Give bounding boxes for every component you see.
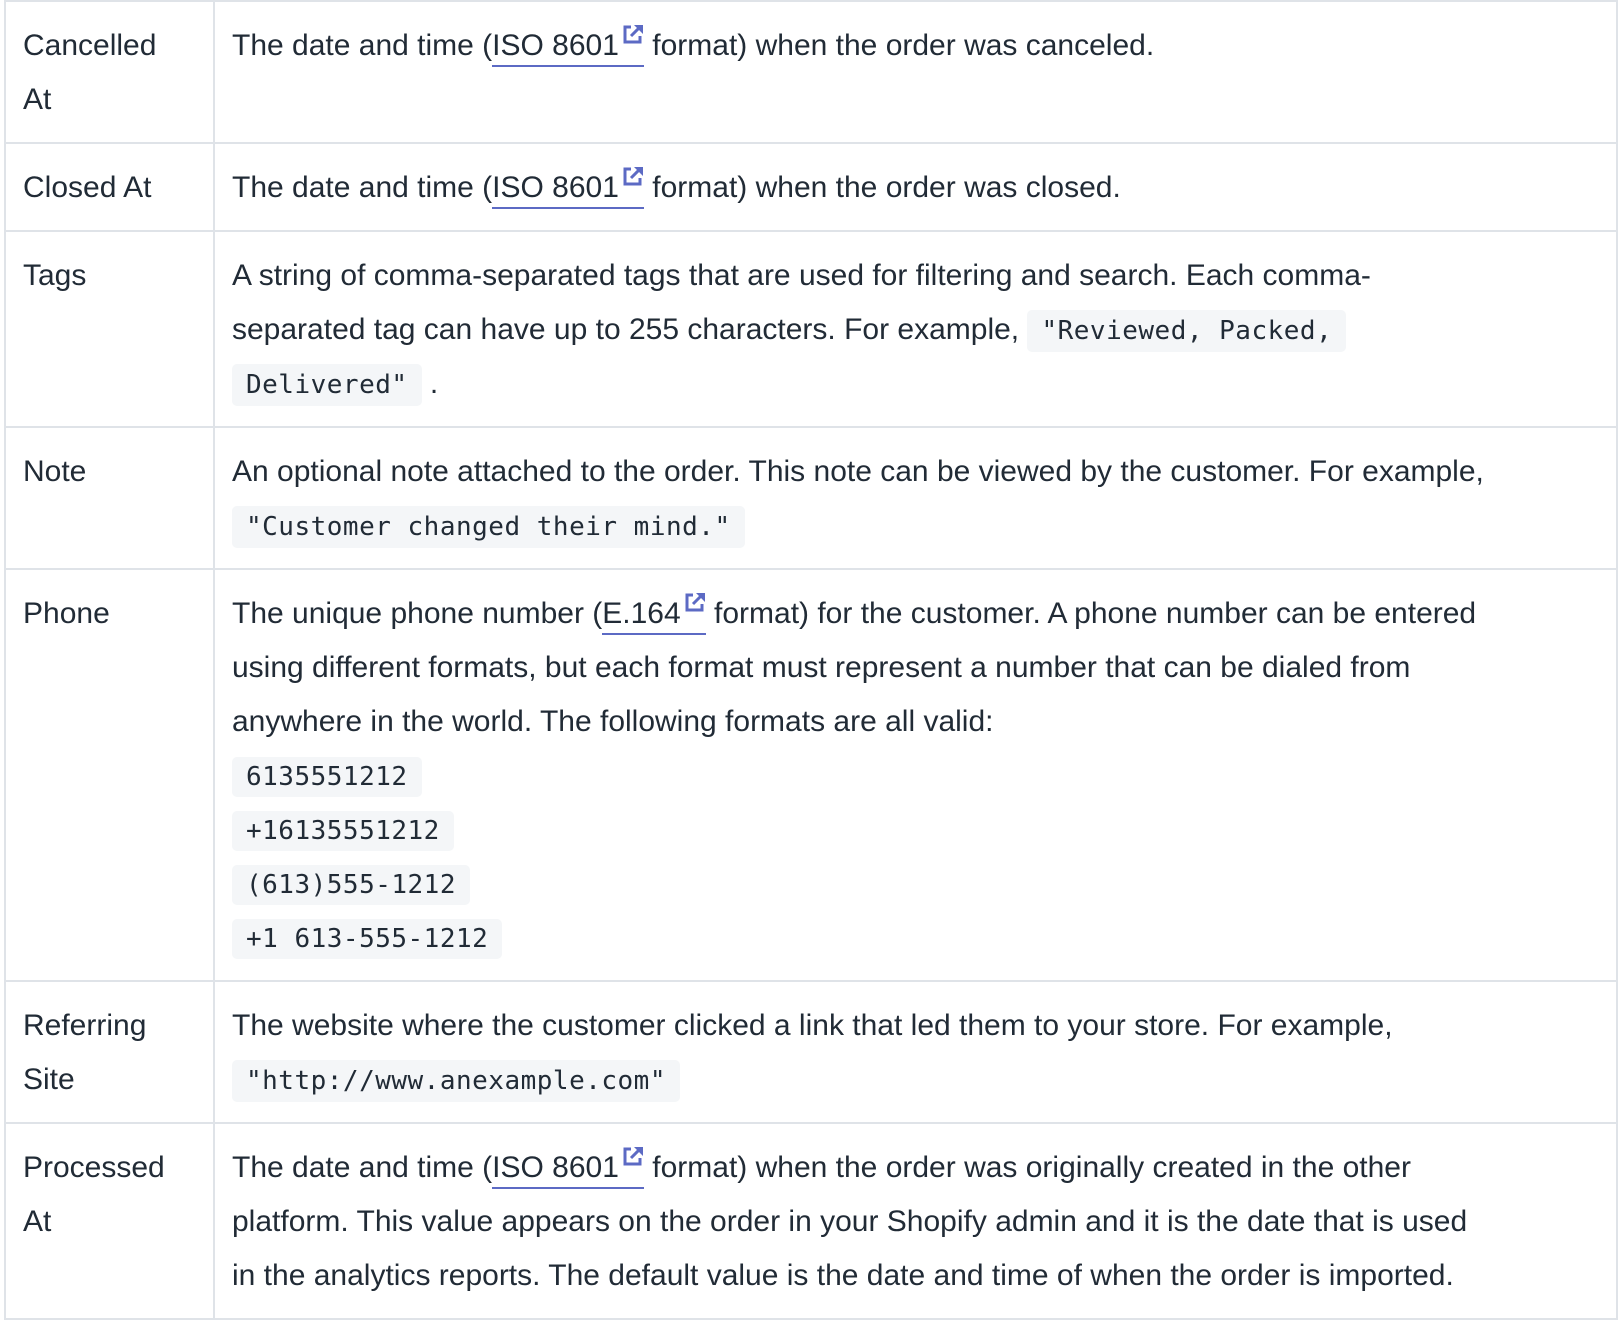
link-text: ISO 8601 [492, 171, 619, 204]
field-name: At [23, 83, 52, 116]
description-text: The website where the customer clicked a… [232, 1009, 1393, 1042]
table-row: Phone The unique phone number (E.164 form… [4, 568, 1618, 982]
phone-format-example: +1 613-555-1212 [232, 911, 1599, 965]
external-link[interactable]: ISO 8601 [492, 1146, 644, 1189]
field-description-cell: The date and time (ISO 8601 format) when… [213, 1122, 1618, 1320]
description-line: The date and time (ISO 8601 format) when… [232, 19, 1599, 73]
field-name-cell: Cancelled At [4, 0, 215, 144]
inline-code: "Reviewed, Packed, [1027, 310, 1347, 352]
field-name: Tags [23, 259, 87, 292]
table-row: Processed At The date and time (ISO 8601 f… [4, 1122, 1618, 1320]
description-line: anywhere in the world. The following for… [232, 695, 1599, 749]
external-link-icon [685, 592, 705, 612]
table-row: Closed At The date and time (ISO 8601 for… [4, 142, 1618, 232]
description-text: separated tag can have up to 255 charact… [232, 313, 1028, 346]
description-text: format) when the order was closed. [643, 171, 1121, 204]
code-example: (613)555-1212 [232, 865, 470, 905]
description-text: The date and time ( [232, 1151, 493, 1184]
field-name: Note [23, 455, 87, 488]
field-name-cell: Closed At [4, 142, 215, 232]
link-text: ISO 8601 [492, 29, 619, 62]
inline-code: Delivered" [232, 364, 422, 406]
field-name: At [23, 1205, 52, 1238]
inline-code: "Customer changed their mind." [232, 506, 745, 548]
field-name-cell: Phone [4, 568, 215, 982]
description-line: in the analytics reports. The default va… [232, 1249, 1599, 1303]
description-text: format) when the order was canceled. [643, 29, 1155, 62]
field-name: Referring [23, 1009, 147, 1042]
description-line: Delivered" . [232, 357, 1599, 411]
description-text: The unique phone number ( [232, 597, 603, 630]
description-line: separated tag can have up to 255 charact… [232, 303, 1599, 357]
inline-code: "http://www.anexample.com" [232, 1060, 680, 1102]
description-line: A string of comma-separated tags that ar… [232, 249, 1599, 303]
description-text: A string of comma-separated tags that ar… [232, 259, 1371, 292]
description-line: "http://www.anexample.com" [232, 1053, 1599, 1107]
table-body: Cancelled At The date and time (ISO 8601 f… [4, 0, 1618, 1320]
description-text: An optional note attached to the order. … [232, 455, 1484, 488]
description-line: platform. This value appears on the orde… [232, 1195, 1599, 1249]
code-example: 6135551212 [232, 757, 422, 797]
field-name-cell: Tags [4, 230, 215, 428]
external-link[interactable]: E.164 [602, 592, 706, 635]
external-link[interactable]: ISO 8601 [492, 166, 644, 209]
phone-format-example: (613)555-1212 [232, 857, 1599, 911]
code-example: +1 613-555-1212 [232, 919, 503, 959]
field-description-cell: The date and time (ISO 8601 format) when… [213, 0, 1618, 144]
table-row: Tags A string of comma-separated tags tha… [4, 230, 1618, 428]
field-name: Cancelled [23, 29, 157, 62]
field-name-cell: Processed At [4, 1122, 215, 1320]
description-line: The date and time (ISO 8601 format) when… [232, 1141, 1599, 1195]
description-text: using different formats, but each format… [232, 651, 1411, 684]
field-description-cell: The date and time (ISO 8601 format) when… [213, 142, 1618, 232]
description-line: The date and time (ISO 8601 format) when… [232, 161, 1599, 215]
phone-format-example: +16135551212 [232, 803, 1599, 857]
table-row: Referring Site The website where the custo… [4, 980, 1618, 1124]
description-text: in the analytics reports. The default va… [232, 1259, 1454, 1292]
external-link-icon [623, 1146, 643, 1166]
external-link-icon [623, 166, 643, 186]
field-name: Phone [23, 597, 110, 630]
field-description-cell: The unique phone number (E.164 format) f… [213, 568, 1618, 982]
description-line: using different formats, but each format… [232, 641, 1599, 695]
phone-format-example: 6135551212 [232, 749, 1599, 803]
description-text: . [421, 367, 439, 400]
external-link[interactable]: ISO 8601 [492, 24, 644, 67]
description-text: format) when the order was originally cr… [643, 1151, 1411, 1184]
description-line: The unique phone number (E.164 format) f… [232, 587, 1599, 641]
field-name: Processed [23, 1151, 165, 1184]
description-line: "Customer changed their mind." [232, 499, 1599, 553]
description-line: An optional note attached to the order. … [232, 445, 1599, 499]
field-name-cell: Note [4, 426, 215, 570]
field-description-table: Cancelled At The date and time (ISO 8601 f… [4, 0, 1618, 1320]
link-text: E.164 [602, 597, 681, 630]
field-description-cell: A string of comma-separated tags that ar… [213, 230, 1618, 428]
description-text: platform. This value appears on the orde… [232, 1205, 1468, 1238]
description-text: anywhere in the world. The following for… [232, 705, 994, 738]
table-row: Note An optional note attached to the ord… [4, 426, 1618, 570]
description-text: The date and time ( [232, 29, 493, 62]
external-link-icon [623, 24, 643, 44]
description-line: The website where the customer clicked a… [232, 999, 1599, 1053]
description-text: The date and time ( [232, 171, 493, 204]
table-row: Cancelled At The date and time (ISO 8601 f… [4, 0, 1618, 144]
field-name: Site [23, 1063, 75, 1096]
field-name-cell: Referring Site [4, 980, 215, 1124]
field-description-cell: An optional note attached to the order. … [213, 426, 1618, 570]
link-text: ISO 8601 [492, 1151, 619, 1184]
code-example: +16135551212 [232, 811, 454, 851]
field-name: Closed At [23, 171, 152, 204]
description-text: format) for the customer. A phone number… [705, 597, 1477, 630]
field-description-cell: The website where the customer clicked a… [213, 980, 1618, 1124]
